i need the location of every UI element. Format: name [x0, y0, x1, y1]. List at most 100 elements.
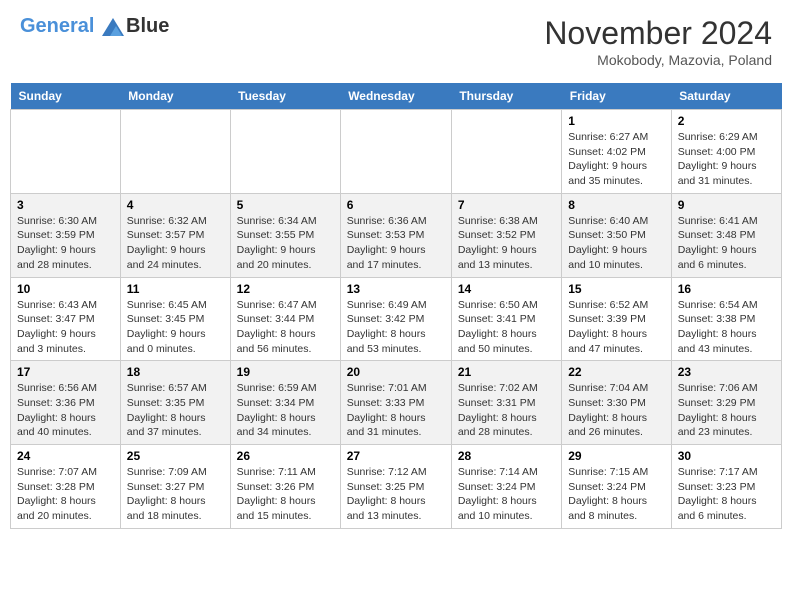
title-block: November 2024 Mokobody, Mazovia, Poland	[544, 15, 772, 68]
table-row: 23 Sunrise: 7:06 AM Sunset: 3:29 PM Dayli…	[671, 361, 781, 445]
table-row: 26Sunrise: 7:11 AM Sunset: 3:26 PM Dayli…	[230, 445, 340, 529]
table-row: 22 Sunrise: 7:04 AM Sunset: 3:30 PM Dayli…	[562, 361, 671, 445]
col-friday: Friday	[562, 83, 671, 110]
day-info: Sunrise: 7:07 AM Sunset: 3:28 PM Dayligh…	[17, 465, 114, 524]
day-number: 2	[678, 114, 775, 128]
day-number: 24	[17, 449, 114, 463]
day-number: 26	[237, 449, 334, 463]
table-row	[230, 110, 340, 194]
calendar-header-row: Sunday Monday Tuesday Wednesday Thursday…	[11, 83, 782, 110]
table-row: 27 Sunrise: 7:12 AM Sunset: 3:25 PM Dayli…	[340, 445, 451, 529]
day-number: 25	[127, 449, 224, 463]
day-number: 30	[678, 449, 775, 463]
day-info: Sunrise: 6:54 AM Sunset: 3:38 PM Dayligh…	[678, 298, 775, 357]
day-info: Sunrise: 7:02 AM Sunset: 3:31 PM Dayligh…	[458, 381, 555, 440]
day-info: Sunrise: 6:32 AM Sunset: 3:57 PM Dayligh…	[127, 214, 224, 273]
logo-line2: Blue	[126, 15, 169, 37]
col-sunday: Sunday	[11, 83, 121, 110]
table-row: 12 Sunrise: 6:47 AM Sunset: 3:44 PM Dayli…	[230, 277, 340, 361]
day-info: Sunrise: 6:52 AM Sunset: 3:39 PM Dayligh…	[568, 298, 664, 357]
table-row: 13Sunrise: 6:49 AM Sunset: 3:42 PM Dayli…	[340, 277, 451, 361]
logo-icon	[102, 18, 124, 36]
logo: General Blue	[20, 15, 169, 37]
calendar: Sunday Monday Tuesday Wednesday Thursday…	[10, 83, 782, 529]
calendar-week-row: 3 Sunrise: 6:30 AM Sunset: 3:59 PM Daylig…	[11, 193, 782, 277]
table-row: 15 Sunrise: 6:52 AM Sunset: 3:39 PM Dayli…	[562, 277, 671, 361]
day-number: 11	[127, 282, 224, 296]
day-info: Sunrise: 6:45 AM Sunset: 3:45 PM Dayligh…	[127, 298, 224, 357]
table-row: 20 Sunrise: 7:01 AM Sunset: 3:33 PM Dayli…	[340, 361, 451, 445]
col-monday: Monday	[120, 83, 230, 110]
table-row: 28 Sunrise: 7:14 AM Sunset: 3:24 PM Dayli…	[451, 445, 561, 529]
day-info: Sunrise: 6:38 AM Sunset: 3:52 PM Dayligh…	[458, 214, 555, 273]
day-number: 27	[347, 449, 445, 463]
table-row: 29Sunrise: 7:15 AM Sunset: 3:24 PM Dayli…	[562, 445, 671, 529]
calendar-week-row: 1 Sunrise: 6:27 AM Sunset: 4:02 PM Daylig…	[11, 110, 782, 194]
day-number: 4	[127, 198, 224, 212]
day-info: Sunrise: 6:57 AM Sunset: 3:35 PM Dayligh…	[127, 381, 224, 440]
day-info: Sunrise: 6:41 AM Sunset: 3:48 PM Dayligh…	[678, 214, 775, 273]
day-number: 23	[678, 365, 775, 379]
day-info: Sunrise: 7:06 AM Sunset: 3:29 PM Dayligh…	[678, 381, 775, 440]
day-number: 5	[237, 198, 334, 212]
month-title: November 2024	[544, 15, 772, 52]
col-saturday: Saturday	[671, 83, 781, 110]
table-row: 3 Sunrise: 6:30 AM Sunset: 3:59 PM Daylig…	[11, 193, 121, 277]
table-row: 16Sunrise: 6:54 AM Sunset: 3:38 PM Dayli…	[671, 277, 781, 361]
day-number: 28	[458, 449, 555, 463]
day-number: 17	[17, 365, 114, 379]
table-row: 2Sunrise: 6:29 AM Sunset: 4:00 PM Daylig…	[671, 110, 781, 194]
day-number: 22	[568, 365, 664, 379]
day-number: 9	[678, 198, 775, 212]
table-row: 30 Sunrise: 7:17 AM Sunset: 3:23 PM Dayli…	[671, 445, 781, 529]
day-info: Sunrise: 6:34 AM Sunset: 3:55 PM Dayligh…	[237, 214, 334, 273]
day-info: Sunrise: 6:59 AM Sunset: 3:34 PM Dayligh…	[237, 381, 334, 440]
table-row: 10Sunrise: 6:43 AM Sunset: 3:47 PM Dayli…	[11, 277, 121, 361]
day-info: Sunrise: 6:50 AM Sunset: 3:41 PM Dayligh…	[458, 298, 555, 357]
day-info: Sunrise: 6:43 AM Sunset: 3:47 PM Dayligh…	[17, 298, 114, 357]
table-row: 7Sunrise: 6:38 AM Sunset: 3:52 PM Daylig…	[451, 193, 561, 277]
table-row: 9 Sunrise: 6:41 AM Sunset: 3:48 PM Daylig…	[671, 193, 781, 277]
table-row: 17 Sunrise: 6:56 AM Sunset: 3:36 PM Dayli…	[11, 361, 121, 445]
table-row: 18Sunrise: 6:57 AM Sunset: 3:35 PM Dayli…	[120, 361, 230, 445]
day-number: 14	[458, 282, 555, 296]
col-tuesday: Tuesday	[230, 83, 340, 110]
day-number: 1	[568, 114, 664, 128]
table-row: 5 Sunrise: 6:34 AM Sunset: 3:55 PM Daylig…	[230, 193, 340, 277]
table-row: 21 Sunrise: 7:02 AM Sunset: 3:31 PM Dayli…	[451, 361, 561, 445]
day-number: 6	[347, 198, 445, 212]
day-number: 8	[568, 198, 664, 212]
day-info: Sunrise: 7:04 AM Sunset: 3:30 PM Dayligh…	[568, 381, 664, 440]
table-row: 14 Sunrise: 6:50 AM Sunset: 3:41 PM Dayli…	[451, 277, 561, 361]
day-number: 20	[347, 365, 445, 379]
calendar-week-row: 24 Sunrise: 7:07 AM Sunset: 3:28 PM Dayli…	[11, 445, 782, 529]
day-info: Sunrise: 7:12 AM Sunset: 3:25 PM Dayligh…	[347, 465, 445, 524]
day-info: Sunrise: 7:17 AM Sunset: 3:23 PM Dayligh…	[678, 465, 775, 524]
day-number: 19	[237, 365, 334, 379]
page-header: General Blue November 2024 Mokobody, Maz…	[10, 10, 782, 73]
day-number: 21	[458, 365, 555, 379]
location: Mokobody, Mazovia, Poland	[544, 52, 772, 68]
day-info: Sunrise: 7:14 AM Sunset: 3:24 PM Dayligh…	[458, 465, 555, 524]
day-info: Sunrise: 7:09 AM Sunset: 3:27 PM Dayligh…	[127, 465, 224, 524]
table-row: 4 Sunrise: 6:32 AM Sunset: 3:57 PM Daylig…	[120, 193, 230, 277]
calendar-week-row: 10Sunrise: 6:43 AM Sunset: 3:47 PM Dayli…	[11, 277, 782, 361]
col-wednesday: Wednesday	[340, 83, 451, 110]
day-info: Sunrise: 6:40 AM Sunset: 3:50 PM Dayligh…	[568, 214, 664, 273]
day-info: Sunrise: 7:01 AM Sunset: 3:33 PM Dayligh…	[347, 381, 445, 440]
day-info: Sunrise: 6:27 AM Sunset: 4:02 PM Dayligh…	[568, 130, 664, 189]
day-info: Sunrise: 6:36 AM Sunset: 3:53 PM Dayligh…	[347, 214, 445, 273]
day-number: 15	[568, 282, 664, 296]
table-row: 8 Sunrise: 6:40 AM Sunset: 3:50 PM Daylig…	[562, 193, 671, 277]
day-info: Sunrise: 7:15 AM Sunset: 3:24 PM Dayligh…	[568, 465, 664, 524]
day-number: 3	[17, 198, 114, 212]
day-number: 13	[347, 282, 445, 296]
table-row	[120, 110, 230, 194]
table-row: 11 Sunrise: 6:45 AM Sunset: 3:45 PM Dayli…	[120, 277, 230, 361]
day-info: Sunrise: 6:47 AM Sunset: 3:44 PM Dayligh…	[237, 298, 334, 357]
day-info: Sunrise: 6:30 AM Sunset: 3:59 PM Dayligh…	[17, 214, 114, 273]
day-number: 12	[237, 282, 334, 296]
table-row: 6 Sunrise: 6:36 AM Sunset: 3:53 PM Daylig…	[340, 193, 451, 277]
day-info: Sunrise: 6:56 AM Sunset: 3:36 PM Dayligh…	[17, 381, 114, 440]
table-row: 1 Sunrise: 6:27 AM Sunset: 4:02 PM Daylig…	[562, 110, 671, 194]
